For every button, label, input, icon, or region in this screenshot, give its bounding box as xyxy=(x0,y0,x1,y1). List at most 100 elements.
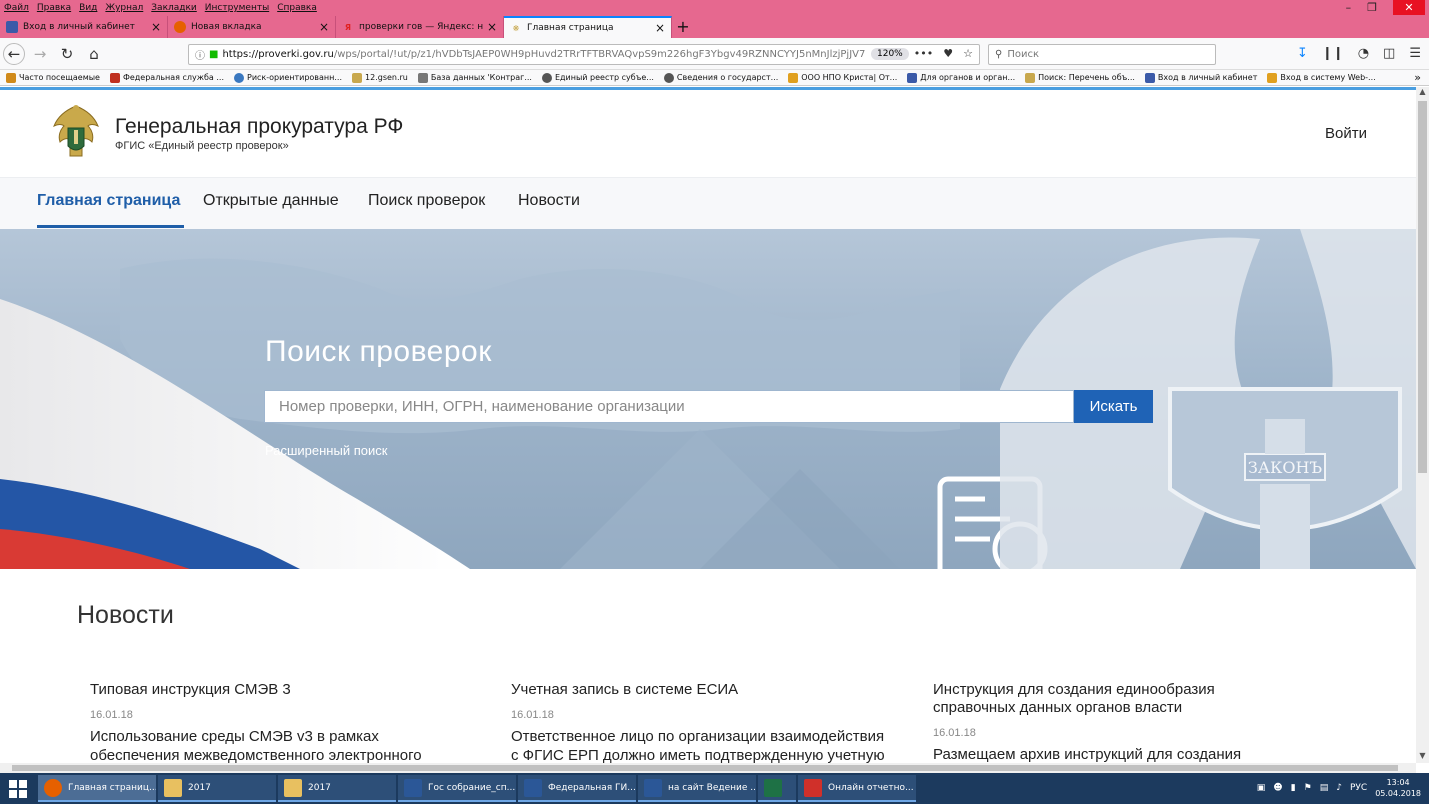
tray-battery-icon[interactable]: ▮ xyxy=(1291,783,1296,793)
download-icon[interactable]: ↧ xyxy=(1297,46,1308,61)
bookmark-item[interactable]: Сведения о государст... xyxy=(663,72,778,83)
sidebar-icon[interactable]: ◫ xyxy=(1383,46,1395,61)
news-card[interactable]: Типовая инструкция СМЭВ 3 16.01.18 Испол… xyxy=(90,681,470,763)
tab-close-icon[interactable]: × xyxy=(487,20,497,34)
news-card[interactable]: Учетная запись в системе ЕСИА 16.01.18 О… xyxy=(511,681,891,763)
menu-tools[interactable]: Инструменты xyxy=(205,3,269,13)
taskbar-excel[interactable] xyxy=(758,775,796,802)
bookmark-item[interactable]: Единый реестр субъе... xyxy=(541,72,654,83)
reload-icon[interactable]: ↻ xyxy=(55,42,79,66)
tab-main-page[interactable]: ❋ Главная страница × xyxy=(504,16,672,38)
bookmark-item[interactable]: Для органов и орган... xyxy=(907,72,1015,83)
menu-edit[interactable]: Правка xyxy=(37,3,71,13)
library-icon[interactable]: ❙❙ xyxy=(1322,46,1344,61)
taskbar-label: Гос собрание_сп... xyxy=(428,782,516,793)
tab-close-icon[interactable]: × xyxy=(151,20,161,34)
forward-icon[interactable]: → xyxy=(28,42,52,66)
info-icon[interactable]: ⓘ xyxy=(195,47,205,62)
menu-help[interactable]: Справка xyxy=(277,3,317,13)
news-headline[interactable]: Учетная запись в системе ЕСИА xyxy=(511,681,891,699)
nav-search-checks[interactable]: Поиск проверок xyxy=(368,192,485,210)
site-title[interactable]: Генеральная прокуратура РФ xyxy=(115,115,403,139)
url-host: https://proverki.gov.ru xyxy=(222,49,334,60)
bookmark-item[interactable]: Поиск: Перечень объ... xyxy=(1025,72,1135,83)
nav-news[interactable]: Новости xyxy=(518,192,580,210)
vertical-scrollbar[interactable]: ▲ ▼ xyxy=(1416,87,1429,763)
tab-new[interactable]: Новая вкладка × xyxy=(168,16,336,38)
bookmark-item[interactable]: ООО НПО Криста| От... xyxy=(788,72,897,83)
close-window-icon[interactable]: ✕ xyxy=(1393,0,1425,15)
start-button[interactable] xyxy=(0,773,36,804)
bookmark-item[interactable]: Вход в личный кабинет xyxy=(1144,72,1257,83)
pocket-icon[interactable]: ♥ xyxy=(943,47,953,60)
nav-open-data[interactable]: Открытые данные xyxy=(203,192,339,210)
menu-file[interactable]: Файл xyxy=(4,3,29,13)
taskbar-folder[interactable]: 2017 xyxy=(158,775,276,802)
bookmark-item[interactable]: 12.gsen.ru xyxy=(352,72,408,83)
taskbar-word[interactable]: Гос собрание_сп... xyxy=(398,775,516,802)
scroll-thumb[interactable] xyxy=(12,765,1398,771)
tray-volume-icon[interactable]: ♪ xyxy=(1336,783,1342,793)
minimize-icon[interactable]: – xyxy=(1346,1,1352,15)
menu-history[interactable]: Журнал xyxy=(105,3,143,13)
tab-yandex[interactable]: Я проверки гов — Яндекс: наш × xyxy=(336,16,504,38)
news-headline[interactable]: Типовая инструкция СМЭВ 3 xyxy=(90,681,470,699)
tab-login[interactable]: Вход в личный кабинет × xyxy=(0,16,168,38)
news-headline[interactable]: Инструкция для создания единообразия спр… xyxy=(933,681,1263,717)
taskbar-firefox[interactable]: Главная страниц... xyxy=(38,775,156,802)
check-search-input[interactable]: Номер проверки, ИНН, ОГРН, наименование … xyxy=(264,390,1074,423)
tray-app-icon[interactable]: ▣ xyxy=(1257,783,1266,793)
site-header: Генеральная прокуратура РФ ФГИС «Единый … xyxy=(0,90,1416,177)
bookmark-item[interactable]: База данных 'Контраг... xyxy=(417,72,532,83)
tab-label: проверки гов — Яндекс: наш xyxy=(359,22,483,32)
scroll-up-icon[interactable]: ▲ xyxy=(1416,87,1429,99)
hamburger-menu-icon[interactable]: ☰ xyxy=(1409,46,1421,61)
bookmark-item[interactable]: Часто посещаемые xyxy=(6,72,100,83)
tab-label: Вход в личный кабинет xyxy=(23,22,135,32)
search-button[interactable]: Искать xyxy=(1074,390,1153,423)
warning-icon xyxy=(788,72,799,83)
language-indicator[interactable]: РУС xyxy=(1350,783,1367,793)
news-date: 16.01.18 xyxy=(90,709,133,721)
taskbar-folder[interactable]: 2017 xyxy=(278,775,396,802)
new-tab-icon[interactable]: + xyxy=(672,16,694,38)
taskbar-word[interactable]: Федеральная ГИ... xyxy=(518,775,636,802)
zoom-badge[interactable]: 120% xyxy=(871,48,909,60)
bookmark-star-icon[interactable]: ☆ xyxy=(963,47,973,60)
tray-flag-icon[interactable]: ⚑ xyxy=(1304,783,1312,793)
tab-close-icon[interactable]: × xyxy=(319,20,329,34)
tab-close-icon[interactable]: × xyxy=(655,21,665,35)
scroll-thumb[interactable] xyxy=(1418,101,1427,473)
sync-icon[interactable]: ◔ xyxy=(1358,46,1369,61)
back-icon[interactable]: ← xyxy=(3,42,25,65)
bookmark-item[interactable]: Вход в систему Web-... xyxy=(1267,72,1376,83)
menu-bookmarks[interactable]: Закладки xyxy=(151,3,197,13)
home-icon[interactable]: ⌂ xyxy=(82,42,106,66)
bookmark-label: Единый реестр субъе... xyxy=(554,73,654,82)
news-card[interactable]: Инструкция для создания единообразия спр… xyxy=(933,681,1263,763)
bookmark-item[interactable]: Риск-ориентированн... xyxy=(234,72,343,83)
tab-label: Новая вкладка xyxy=(191,22,262,32)
search-input[interactable]: ⚲ Поиск xyxy=(988,44,1216,65)
menu-view[interactable]: Вид xyxy=(79,3,97,13)
emblem-icon xyxy=(352,72,363,83)
restore-icon[interactable]: ❐ xyxy=(1367,1,1377,15)
nav-main-page[interactable]: Главная страница xyxy=(37,192,185,228)
scroll-down-icon[interactable]: ▼ xyxy=(1416,751,1429,763)
chevron-more-icon[interactable]: » xyxy=(1414,71,1421,84)
login-button[interactable]: Войти xyxy=(1325,125,1367,142)
bookmark-item[interactable]: Федеральная служба ... xyxy=(109,72,224,83)
horizontal-scrollbar[interactable] xyxy=(0,763,1416,773)
clock[interactable]: 13:04 05.04.2018 xyxy=(1375,777,1421,799)
url-bar[interactable]: ⓘ ■ https://proverki.gov.ru /wps/portal/… xyxy=(188,44,980,65)
more-actions-icon[interactable]: ••• xyxy=(914,47,933,60)
tray-network-icon[interactable]: ▤ xyxy=(1320,783,1329,793)
search-placeholder: Поиск xyxy=(1007,49,1040,60)
prosecutor-emblem-icon[interactable] xyxy=(48,100,104,164)
taskbar-pdf[interactable]: Онлайн отчетно... xyxy=(798,775,916,802)
bookmark-label: Риск-ориентированн... xyxy=(247,73,343,82)
advanced-search-link[interactable]: Расширенный поиск xyxy=(265,443,387,458)
taskbar-word[interactable]: на сайт Ведение ... xyxy=(638,775,756,802)
tray-person-icon[interactable]: ☻ xyxy=(1273,783,1282,793)
news-date: 16.01.18 xyxy=(933,727,976,739)
